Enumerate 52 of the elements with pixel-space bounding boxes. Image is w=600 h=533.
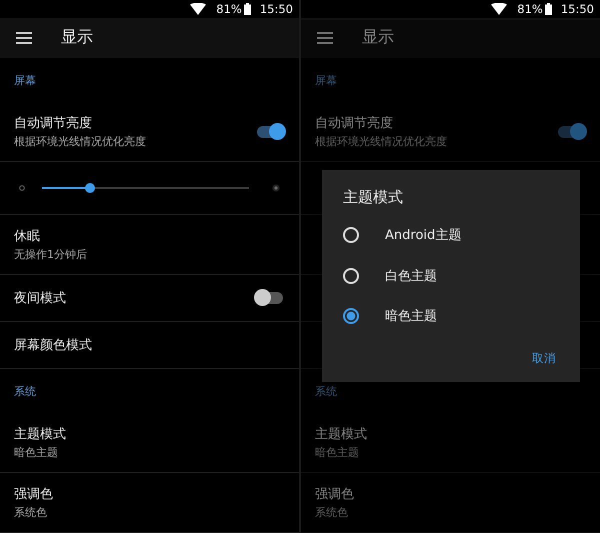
bright-brightness-icon — [272, 184, 280, 192]
radio-option[interactable]: 白色主题 — [322, 256, 580, 296]
status-time: 15:50 — [260, 2, 293, 16]
section-header: 屏幕 — [315, 72, 337, 88]
row-subtitle: 暗色主题 — [14, 445, 59, 460]
status-time: 15:50 — [560, 2, 594, 16]
row-title: 自动调节亮度 — [14, 115, 93, 132]
toggle-switch[interactable] — [558, 126, 584, 138]
dialog-title: 主题模式 — [342, 188, 404, 207]
row-subtitle: 系统色 — [14, 505, 48, 520]
row-title: 自动调节亮度 — [315, 115, 394, 132]
row-title: 屏幕颜色模式 — [14, 337, 92, 354]
radio-option[interactable]: Android主题 — [322, 215, 580, 256]
section-header: 系统 — [14, 384, 36, 398]
cancel-button[interactable]: 取消 — [530, 346, 558, 370]
settings-row[interactable]: 强调色 系统色 — [0, 473, 299, 533]
battery-icon — [544, 2, 552, 15]
section-header: 屏幕 — [14, 72, 36, 88]
wifi-icon — [491, 2, 508, 15]
row-subtitle: 根据环境光线情况优化亮度 — [315, 134, 447, 149]
row-title: 强调色 — [315, 486, 354, 503]
row-title: 强调色 — [14, 486, 53, 503]
row-title: 休眠 — [14, 228, 41, 245]
dim-brightness-icon — [19, 185, 25, 191]
screen-title: 显示 — [61, 27, 93, 48]
row-subtitle: 根据环境光线情况优化亮度 — [14, 134, 146, 149]
brightness-slider[interactable] — [42, 183, 249, 193]
settings-row[interactable]: 自动调节亮度 根据环境光线情况优化亮度 — [0, 102, 299, 162]
settings-row[interactable]: 自动调节亮度 根据环境光线情况优化亮度 — [301, 102, 600, 162]
row-subtitle: 无操作1分钟后 — [14, 247, 87, 262]
row-title: 主题模式 — [14, 426, 66, 443]
row-subtitle: 暗色主题 — [315, 445, 360, 460]
radio-option[interactable]: 暗色主题 — [322, 296, 580, 336]
settings-row[interactable]: 屏幕颜色模式 — [0, 322, 299, 369]
toggle-switch[interactable] — [257, 126, 283, 138]
row-title: 主题模式 — [315, 426, 367, 443]
section-header: 系统 — [315, 384, 337, 398]
battery-icon — [244, 2, 251, 15]
battery-percent: 81% — [216, 2, 242, 16]
settings-row[interactable]: 强调色 系统色 — [301, 473, 600, 533]
row-subtitle: 系统色 — [315, 505, 349, 520]
settings-row[interactable]: 夜间模式 — [0, 275, 299, 322]
settings-row[interactable]: 主题模式 暗色主题 — [301, 413, 600, 473]
row-title: 夜间模式 — [14, 290, 66, 307]
radio-button[interactable] — [343, 308, 359, 324]
settings-row[interactable]: 休眠 无操作1分钟后 — [0, 215, 299, 275]
toggle-switch[interactable] — [257, 292, 283, 304]
screen-title: 显示 — [362, 27, 394, 48]
wifi-icon — [190, 2, 206, 15]
settings-row[interactable]: 主题模式 暗色主题 — [0, 413, 299, 473]
battery-percent: 81% — [517, 2, 543, 16]
menu-icon[interactable] — [16, 32, 32, 44]
